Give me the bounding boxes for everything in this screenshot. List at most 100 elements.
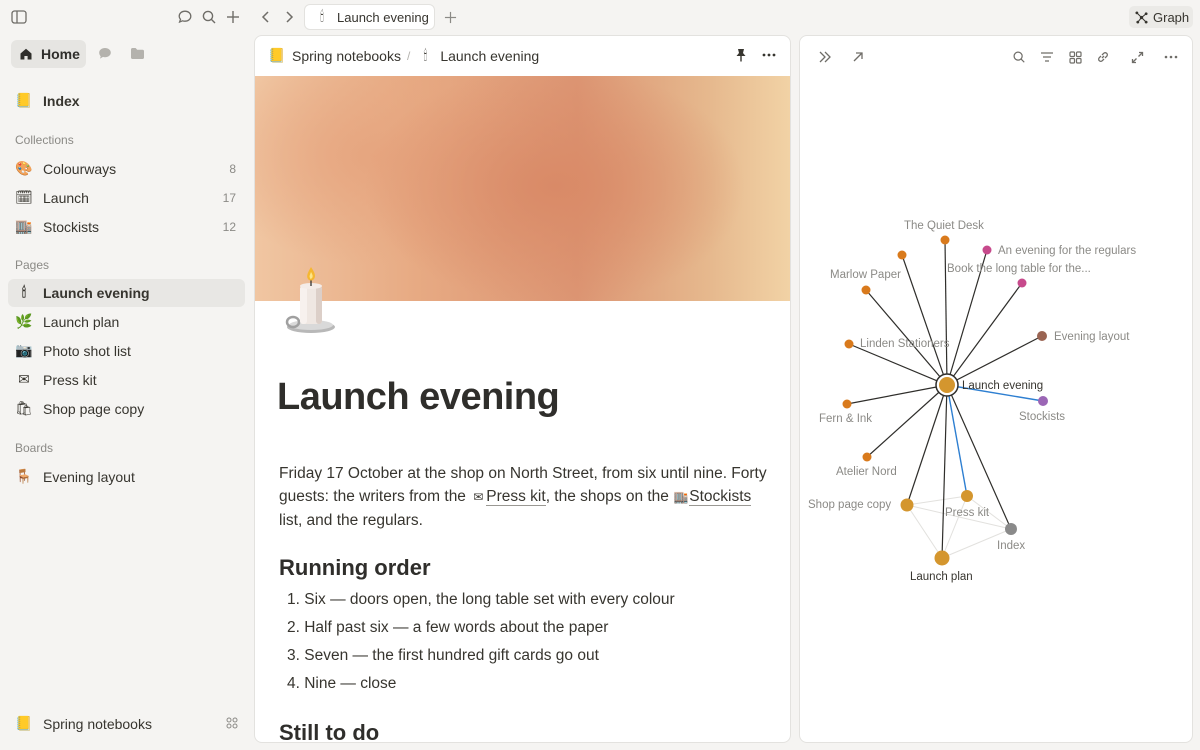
- graph-node-shop-page-copy[interactable]: [900, 498, 914, 512]
- tab-launch-evening[interactable]: 🕯 Launch evening: [304, 4, 435, 30]
- sidebar-item-stockists[interactable]: 🏬 Stockists 12: [8, 213, 245, 241]
- sidebar-item-label: Stockists: [43, 219, 100, 235]
- pages-heading: Pages: [15, 258, 50, 272]
- search-icon[interactable]: [200, 8, 218, 26]
- graph-label: Shop page copy: [808, 499, 891, 511]
- list-item[interactable]: 4. Nine — close: [287, 675, 396, 693]
- building-icon: 🏬: [15, 219, 33, 235]
- breadcrumb-separator: /: [406, 49, 411, 63]
- graph-node-marlow-paper-secondary[interactable]: [897, 250, 907, 260]
- running-order-heading[interactable]: Running order: [279, 555, 431, 581]
- list-item[interactable]: 1. Six — doors open, the long table set …: [287, 591, 675, 609]
- sidebar-item-evening-layout[interactable]: 🪑 Evening layout: [8, 463, 245, 491]
- sidebar-item-launch-plan[interactable]: 🌿 Launch plan: [8, 308, 245, 336]
- graph-label: The Quiet Desk: [904, 220, 984, 232]
- graph-node-book-the-long-table[interactable]: [1017, 278, 1027, 288]
- graph-node-linden-stationers[interactable]: [844, 339, 854, 349]
- graph-node-stockists[interactable]: [1038, 396, 1048, 406]
- boards-heading: Boards: [15, 441, 54, 455]
- sidebar-item-shop-page-copy[interactable]: 🛍 Shop page copy: [8, 395, 245, 423]
- breadcrumb-current[interactable]: Launch evening: [440, 48, 539, 64]
- sidebar-item-press-kit[interactable]: ✉ Press kit: [8, 366, 245, 394]
- building-icon: 🏬: [673, 490, 689, 504]
- sidebar-item-launch[interactable]: 🗓 Launch 17: [8, 184, 245, 212]
- grid-icon[interactable]: [226, 717, 238, 729]
- shopping-bag-icon: 🛍: [15, 401, 33, 417]
- sidebar-item-label: Colourways: [43, 161, 117, 177]
- graph-label: Fern & Ink: [819, 413, 872, 425]
- graph-label: Evening layout: [1054, 331, 1130, 343]
- tab-title: Launch evening: [337, 9, 429, 25]
- graph-node-fern-ink[interactable]: [842, 399, 852, 409]
- notebook-icon: 📒: [15, 716, 33, 732]
- intro-paragraph[interactable]: Friday 17 October at the shop on North S…: [279, 462, 769, 532]
- collections-heading: Collections: [15, 133, 74, 147]
- new-page-icon[interactable]: [224, 8, 242, 26]
- press-kit-link[interactable]: Press kit: [486, 488, 546, 506]
- sidebar-item-label: Index: [43, 93, 80, 109]
- graph-node-launch-evening[interactable]: [939, 377, 955, 393]
- graph-label: Index: [997, 540, 1025, 552]
- stockists-link[interactable]: Stockists: [689, 488, 752, 506]
- list-item-text: Nine — close: [304, 675, 397, 692]
- graph-icon: [1135, 10, 1148, 24]
- forward-icon[interactable]: [280, 8, 298, 26]
- graph-node-marlow-paper[interactable]: [861, 285, 871, 295]
- list-item[interactable]: 2. Half past six — a few words about the…: [287, 619, 608, 637]
- graph-label: Book the long table for the...: [947, 263, 1091, 275]
- sidebar-item-label: Launch plan: [43, 314, 120, 330]
- candle-icon[interactable]: [283, 264, 339, 334]
- more-options-icon[interactable]: [762, 48, 776, 62]
- intro-text: list, and the regulars.: [279, 512, 423, 529]
- sidebar-item-label: Photo shot list: [43, 343, 131, 359]
- still-to-do-heading[interactable]: Still to do: [279, 720, 379, 742]
- chair-icon: 🪑: [15, 469, 33, 485]
- graph-node-atelier-nord[interactable]: [862, 452, 872, 462]
- comments-icon[interactable]: [176, 8, 194, 26]
- sidebar-item-label: Evening layout: [43, 469, 135, 485]
- graph-label: Stockists: [1019, 411, 1065, 423]
- sidebar-item-colourways[interactable]: 🎨 Colourways 8: [8, 155, 245, 183]
- list-item-text: Six — doors open, the long table set wit…: [304, 591, 675, 608]
- item-count: 17: [222, 191, 236, 205]
- back-icon[interactable]: [257, 8, 275, 26]
- list-number: 2.: [287, 619, 305, 636]
- sidebar-item-label: Launch evening: [43, 285, 150, 301]
- graph-node-evening-layout[interactable]: [1037, 331, 1047, 341]
- link-graph[interactable]: The Quiet Desk An evening for the regula…: [800, 36, 1193, 743]
- sidebar-item-launch-evening[interactable]: 🕯 Launch evening: [8, 279, 245, 307]
- graph-node-an-evening-for-the-regulars[interactable]: [982, 245, 992, 255]
- graph-label: An evening for the regulars: [998, 245, 1136, 257]
- pin-icon[interactable]: [735, 48, 747, 62]
- workspace-switcher[interactable]: 📒 Spring notebooks: [8, 710, 245, 738]
- graph-panel: The Quiet Desk An evening for the regula…: [799, 35, 1193, 743]
- page-title[interactable]: Launch evening: [277, 376, 560, 419]
- list-item[interactable]: 3. Seven — the first hundred gift cards …: [287, 647, 599, 665]
- sidebar-item-photo-shot-list[interactable]: 📷 Photo shot list: [8, 337, 245, 365]
- sidebar-home[interactable]: Home: [11, 40, 86, 68]
- sidebar-toggle-icon[interactable]: [10, 8, 28, 26]
- graph-node-launch-plan[interactable]: [934, 550, 950, 566]
- graph-node-press-kit[interactable]: [961, 490, 973, 502]
- list-number: 1.: [287, 591, 305, 608]
- graph-node-index[interactable]: [1005, 523, 1017, 535]
- list-number: 4.: [287, 675, 305, 692]
- graph-label: Launch plan: [910, 571, 973, 583]
- home-icon: [19, 47, 33, 61]
- breadcrumb-parent[interactable]: Spring notebooks: [292, 48, 401, 64]
- new-tab-icon[interactable]: [441, 8, 459, 26]
- editor-pane: 📒 Spring notebooks / 🕯 Launch evening La…: [254, 35, 791, 743]
- graph-button[interactable]: Graph: [1129, 6, 1193, 28]
- calendar-icon: 🗓: [15, 190, 33, 206]
- graph-node-the-quiet-desk[interactable]: [940, 235, 950, 245]
- folder-icon[interactable]: [130, 47, 145, 60]
- chat-icon[interactable]: [98, 47, 112, 60]
- list-item-text: Seven — the first hundred gift cards go …: [304, 647, 599, 664]
- home-label: Home: [41, 46, 80, 62]
- sidebar-item-index[interactable]: 📒 Index: [8, 87, 245, 115]
- list-number: 3.: [287, 647, 305, 664]
- palette-icon: 🎨: [15, 161, 33, 177]
- candle-icon: 🕯: [423, 48, 428, 64]
- item-count: 8: [229, 162, 236, 176]
- notebook-icon: 📒: [268, 48, 286, 64]
